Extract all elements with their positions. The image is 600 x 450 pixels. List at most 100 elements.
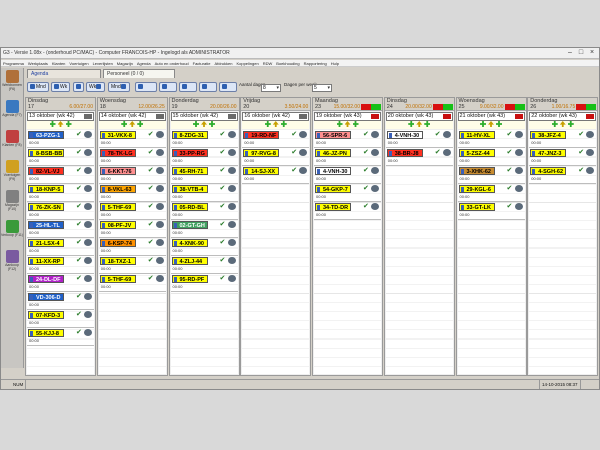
appointment-card[interactable]: 38-BR-J8 ✔ 00:00: [385, 148, 453, 166]
minimize-icon[interactable]: –: [566, 49, 574, 57]
appointment-card[interactable]: 63-PZG-1 ✔ 00:00: [27, 130, 94, 148]
appointment-card[interactable]: 4-VNH-30 ✔ 00:00: [314, 166, 381, 184]
day-date-field[interactable]: 19 oktober (wk 43): [314, 112, 381, 121]
appointment-card[interactable]: 33-PP-RG ✔ 00:00: [170, 148, 238, 166]
close-icon[interactable]: ×: [588, 49, 596, 57]
maximize-icon[interactable]: □: [577, 49, 585, 57]
sidebar-item[interactable]: Aankoop (F12): [1, 248, 23, 278]
add-icon[interactable]: [352, 121, 359, 127]
add-icon[interactable]: [336, 121, 343, 127]
add-icon[interactable]: [137, 121, 144, 127]
appointment-card[interactable]: 05-RD-BL ✔ 00:00: [170, 202, 238, 220]
add-icon[interactable]: [121, 121, 128, 127]
move-up-icon[interactable]: [57, 121, 64, 127]
day-date-field[interactable]: 21 oktober (wk 43): [457, 112, 525, 121]
appointment-card[interactable]: VD-306-D ✔ 00:00: [27, 292, 94, 310]
dagen-per-week-select[interactable]: 5: [312, 84, 332, 92]
menu-item[interactable]: Werkplaats: [28, 61, 48, 66]
appointment-card[interactable]: 4-XNK-90 ✔ 00:00: [170, 238, 238, 256]
appointment-card[interactable]: 31-VKX-8 ✔ 00:00: [98, 130, 166, 148]
appointment-card[interactable]: 4-ZLJ-44 ✔ 00:00: [170, 256, 238, 274]
settings-button[interactable]: [179, 82, 197, 92]
appointment-card[interactable]: 18-TXZ-1 ✔ 00:00: [98, 256, 166, 274]
move-up-icon[interactable]: [272, 121, 279, 127]
next-week-button[interactable]: Wk: [86, 82, 106, 92]
appointment-card[interactable]: 14-SJ-XX ✔ 00:00: [242, 166, 310, 184]
add-icon[interactable]: [567, 121, 574, 127]
add-icon[interactable]: [65, 121, 72, 127]
appointment-card[interactable]: 78-TK-LG ✔ 00:00: [98, 148, 166, 166]
move-up-icon[interactable]: [344, 121, 351, 127]
sidebar-item[interactable]: Magazijn (F10): [1, 188, 23, 218]
appointment-card[interactable]: 4-VNH-30 ✔ 00:00: [385, 130, 453, 148]
menu-item[interactable]: Magazijn: [117, 61, 133, 66]
sidebar-item[interactable]: Werkbonnen (F6): [1, 68, 23, 98]
appointment-card[interactable]: 46-JZ-PN ✔ 00:00: [314, 148, 381, 166]
day-date-field[interactable]: 20 oktober (wk 43): [385, 112, 453, 121]
appointment-card[interactable]: 45-RH-71 ✔ 00:00: [170, 166, 238, 184]
appointment-card[interactable]: 07-KFD-3 ✔ 00:00: [27, 310, 94, 328]
appointment-card[interactable]: 11-HV-XL ✔ 00:00: [457, 130, 525, 148]
day-date-field[interactable]: 14 oktober (wk 42): [98, 112, 166, 121]
appointment-card[interactable]: 02-GT-GH ✔ 00:00: [170, 220, 238, 238]
appointment-card[interactable]: 24-DL-DF ✔ 00:00: [27, 274, 94, 292]
appointment-card[interactable]: 55-KJJ-8 ✔ 00:00: [27, 328, 94, 346]
prev-week-button[interactable]: Wk: [51, 82, 71, 92]
appointment-card[interactable]: 4-SGH-62 ✔ 00:00: [529, 166, 597, 184]
menu-item[interactable]: Voertuigen: [69, 61, 88, 66]
menu-item[interactable]: RDW: [263, 61, 273, 66]
sidebar-item[interactable]: Agenda (F7): [1, 98, 23, 128]
menu-item[interactable]: Klanten: [52, 61, 66, 66]
menu-item[interactable]: Boekhouding: [276, 61, 299, 66]
appointment-card[interactable]: 18-KNP-5 ✔ 00:00: [27, 184, 94, 202]
appointment-card[interactable]: 97-RVG-8 ✔ 00:00: [242, 148, 310, 166]
appointment-card[interactable]: 38-JFZ-4 ✔ 00:00: [529, 130, 597, 148]
appointment-card[interactable]: 8-BSB-BB ✔ 00:00: [27, 148, 94, 166]
add-icon[interactable]: [424, 121, 431, 127]
menu-item[interactable]: Rapportering: [304, 61, 327, 66]
appointment-card[interactable]: 6-KKT-76 ✔ 00:00: [98, 166, 166, 184]
appointment-card[interactable]: 56-SPR-6 ✔ 00:00: [314, 130, 381, 148]
add-icon[interactable]: [209, 121, 215, 127]
appointment-card[interactable]: 08-PF-JV ✔ 00:00: [98, 220, 166, 238]
add-icon[interactable]: [551, 121, 558, 127]
appointment-card[interactable]: 38-VTB-4 ✔ 00:00: [170, 184, 238, 202]
day-date-field[interactable]: 13 oktober (wk 42): [27, 112, 94, 121]
search-button[interactable]: [199, 82, 217, 92]
add-icon[interactable]: [496, 121, 502, 127]
appointment-card[interactable]: 47-JNZ-3 ✔ 00:00: [529, 148, 597, 166]
prev-month-button[interactable]: Mnd: [27, 82, 49, 92]
day-date-field[interactable]: 22 oktober (wk 43): [529, 112, 597, 121]
day-date-field[interactable]: 15 oktober (wk 42): [170, 112, 238, 121]
appointment-card[interactable]: 76-ZK-SN ✔ 00:00: [27, 202, 94, 220]
appointment-card[interactable]: 95-RD-PF ✔ 00:00: [170, 274, 238, 292]
menu-item[interactable]: Afdrukken: [214, 61, 232, 66]
move-up-icon[interactable]: [129, 121, 136, 127]
appointment-card[interactable]: 8-VKL-63 ✔ 00:00: [98, 184, 166, 202]
menu-item[interactable]: Leverlijsten: [93, 61, 113, 66]
appointment-card[interactable]: 82-VL-VJ ✔ 00:00: [27, 166, 94, 184]
menu-item[interactable]: Facturatie: [193, 61, 211, 66]
menu-item[interactable]: Auto en onderhoud: [155, 61, 189, 66]
appointment-card[interactable]: 19-RD-NF ✔ 00:00: [242, 130, 310, 148]
add-icon[interactable]: [49, 121, 56, 127]
appointment-card[interactable]: 54-GKP-7 ✔ 00:00: [314, 184, 381, 202]
tab-personeel[interactable]: Personeel (0 / 0): [103, 69, 175, 78]
add-icon[interactable]: [264, 121, 271, 127]
move-up-icon[interactable]: [201, 121, 207, 127]
tab-agenda[interactable]: Agenda: [27, 69, 101, 78]
appointment-card[interactable]: 33-GT-LK ✔ 00:00: [457, 202, 525, 220]
sidebar-item[interactable]: Klanten (F8): [1, 128, 23, 158]
appointment-card[interactable]: 29-KGL-6 ✔ 00:00: [457, 184, 525, 202]
move-up-icon[interactable]: [559, 121, 566, 127]
print-button[interactable]: [135, 82, 157, 92]
refresh-button[interactable]: [159, 82, 177, 92]
appointment-card[interactable]: 5-ZSZ-44 ✔ 00:00: [457, 148, 525, 166]
sidebar-item[interactable]: Voertuigen (F9): [1, 158, 23, 188]
appointment-card[interactable]: 3-XHK-62 ✔ 00:00: [457, 166, 525, 184]
menu-item[interactable]: Koppelingen: [236, 61, 258, 66]
sidebar-item[interactable]: Verkoop (F11): [1, 218, 23, 248]
add-icon[interactable]: [480, 121, 486, 127]
add-icon[interactable]: [280, 121, 287, 127]
appointment-card[interactable]: 25-HL-TL ✔ 00:00: [27, 220, 94, 238]
